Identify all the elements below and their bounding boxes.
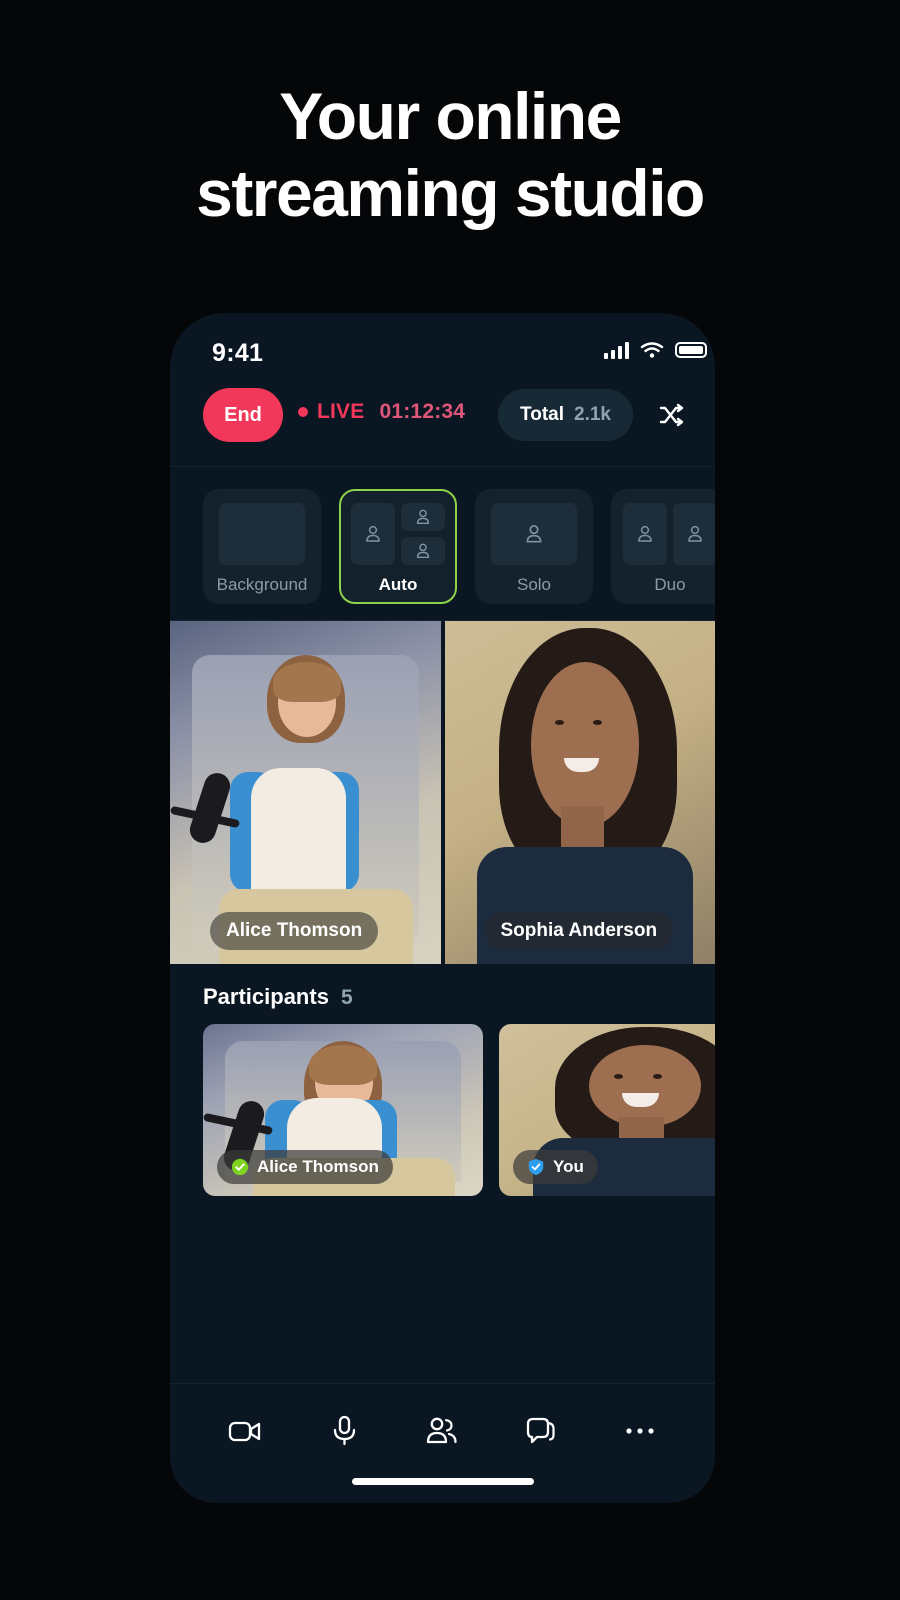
page-headline: Your online streaming studio: [0, 78, 900, 232]
total-viewers-pill[interactable]: Total 2.1k: [498, 389, 633, 441]
total-value: 2.1k: [574, 404, 611, 425]
wifi-icon: [640, 342, 664, 358]
person-icon: [416, 509, 430, 525]
participant-thumbnail-you[interactable]: You: [499, 1024, 715, 1196]
person-icon: [638, 525, 652, 542]
status-bar: 9:41: [170, 313, 715, 375]
participants-section: Participants 5 Alice Thomson You: [170, 964, 715, 1196]
layout-preview-duo: [623, 503, 715, 565]
person-icon: [366, 525, 380, 542]
layout-preview-solo: [491, 503, 577, 565]
participants-thumbnail-list[interactable]: Alice Thomson You: [170, 1024, 715, 1196]
battery-icon: [675, 342, 707, 358]
participant-name: Sophia Anderson: [500, 920, 658, 941]
participant-name: Alice Thomson: [226, 920, 363, 941]
layout-option-background[interactable]: Background: [203, 489, 321, 604]
status-bar-time: 9:41: [212, 339, 264, 367]
video-tile-name-chip: Alice Thomson: [210, 912, 379, 950]
preview-pane: [623, 503, 667, 565]
participant-name: You: [553, 1157, 584, 1176]
camera-button[interactable]: [217, 1403, 273, 1459]
layout-option-solo[interactable]: Solo: [475, 489, 593, 604]
shuffle-button[interactable]: [651, 395, 691, 435]
microphone-icon: [333, 1415, 356, 1445]
preview-column: [401, 503, 445, 565]
preview-pane: [219, 503, 305, 565]
layout-option-auto[interactable]: Auto: [339, 489, 457, 604]
more-button[interactable]: [612, 1403, 668, 1459]
layout-label: Auto: [378, 575, 418, 594]
microphone-button[interactable]: [316, 1403, 372, 1459]
phone-mockup: 9:41 End LIVE 01:12:34 Total 2.1k Backgr…: [170, 313, 715, 1503]
layout-selector[interactable]: Background Auto Solo Duo: [170, 467, 715, 621]
preview-pane: [673, 503, 715, 565]
preview-pane: [491, 503, 577, 565]
person-icon: [688, 525, 702, 542]
participant-thumbnail-alice[interactable]: Alice Thomson: [203, 1024, 483, 1196]
verified-shield-icon: [528, 1158, 544, 1176]
people-icon: [427, 1417, 458, 1443]
end-button[interactable]: End: [203, 388, 283, 442]
preview-pane: [401, 503, 445, 531]
video-tile-name-chip: Sophia Anderson: [484, 912, 674, 950]
total-label: Total: [520, 404, 565, 425]
participants-button[interactable]: [414, 1403, 470, 1459]
headline-line-2: streaming studio: [196, 156, 705, 231]
live-label: LIVE: [317, 400, 365, 423]
chat-button[interactable]: [513, 1403, 569, 1459]
participant-name: Alice Thomson: [257, 1157, 379, 1176]
cellular-bars-icon: [604, 341, 629, 359]
live-status: LIVE 01:12:34: [298, 400, 465, 424]
layout-preview-auto: [351, 503, 445, 565]
video-tile-sophia[interactable]: Sophia Anderson: [444, 621, 715, 964]
participant-badge: You: [513, 1150, 598, 1184]
participant-badge: Alice Thomson: [217, 1150, 393, 1184]
status-bar-icons: [604, 341, 707, 359]
person-icon: [416, 543, 430, 559]
person-icon: [526, 525, 542, 543]
video-stage: Alice Thomson Sophia Anderson: [170, 621, 715, 964]
participants-header: Participants 5: [170, 984, 715, 1024]
video-tile-alice[interactable]: Alice Thomson: [170, 621, 441, 964]
preview-pane: [401, 537, 445, 565]
verified-shield-icon: [231, 1158, 249, 1176]
participants-count: 5: [340, 986, 353, 1009]
layout-label: Background: [216, 575, 308, 594]
layout-preview-background: [219, 503, 305, 565]
chat-bubble-icon: [526, 1417, 555, 1443]
live-dot-icon: [298, 407, 308, 417]
live-control-bar: End LIVE 01:12:34 Total 2.1k: [170, 375, 715, 467]
layout-label: Solo: [516, 575, 552, 594]
more-dots-icon: [626, 1427, 654, 1434]
headline-line-1: Your online: [279, 79, 622, 153]
shuffle-icon: [659, 403, 684, 427]
live-timer: 01:12:34: [379, 400, 466, 423]
layout-label: Duo: [654, 575, 686, 594]
preview-pane: [351, 503, 395, 565]
bottom-toolbar: [170, 1383, 715, 1503]
layout-option-duo[interactable]: Duo: [611, 489, 715, 604]
home-indicator: [351, 1478, 534, 1485]
participants-title: Participants: [203, 984, 329, 1009]
video-camera-icon: [229, 1421, 261, 1441]
